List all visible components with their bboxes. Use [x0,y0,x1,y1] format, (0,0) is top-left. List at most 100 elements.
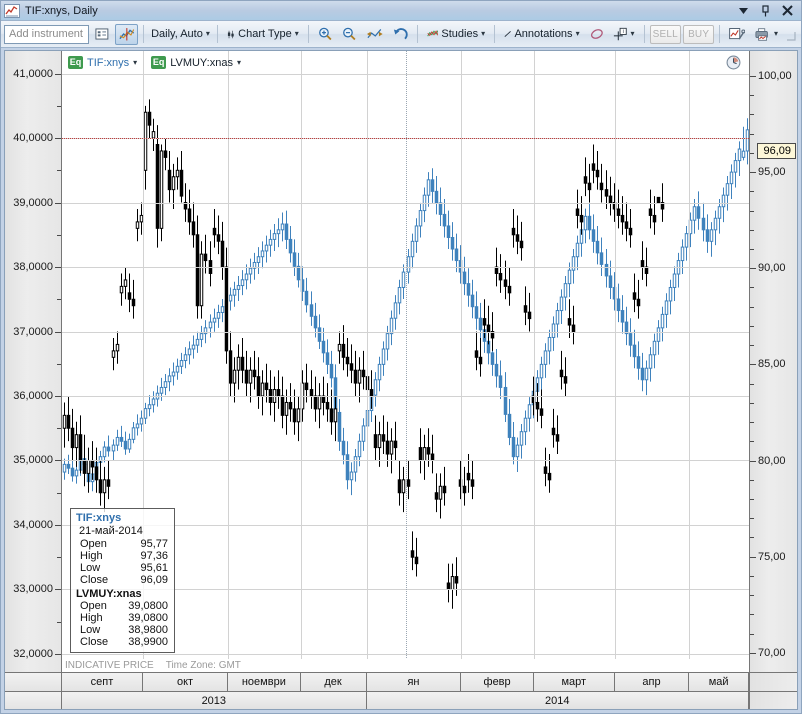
axis-tick [750,652,756,654]
axis-tick-minor [57,105,61,107]
tooltip-row: Open 39,0800 [80,600,170,612]
left-axis-label: 40,0000 [13,132,53,145]
tooltip-value: 39,0800 [128,600,168,612]
tooltip-row: Low 38,9800 [80,624,170,636]
add-instrument-input[interactable]: Add instrument [4,24,90,44]
chart-plot-area[interactable]: Eq TIF:xnys ▾ Eq LVMUY:xnas ▾ TIF:xnys 2… [62,51,749,672]
tooltip-label: Open [80,600,107,612]
chart-panel: 41,0000 40,0000 39,0000 38,0000 37,0000 36,00… [4,50,798,710]
axis-tick-minor [750,325,754,327]
tooltip-label: Low [80,624,101,636]
year-row-right-corner [749,692,797,709]
left-axis-label: 37,0000 [13,325,53,338]
axis-tick-minor [57,428,61,430]
left-price-axis[interactable]: 41,0000 40,0000 39,0000 38,0000 37,0000 36,00… [5,51,62,672]
equity-badge-icon: Eq [151,56,167,69]
month-row-right-corner [749,673,797,691]
period-selector-button[interactable]: Daily, Auto ▾ [149,24,211,45]
sell-button[interactable]: SELL [649,24,681,44]
chevron-down-icon: ▾ [575,29,580,38]
grid-line [615,51,616,672]
chart-plot-row: 41,0000 40,0000 39,0000 38,0000 37,0000 36,00… [5,51,797,672]
month-row: септ окт ноември дек ян февр март апр май [5,672,797,691]
axis-tick-minor [750,306,754,308]
axis-tick-minor [750,287,754,289]
undo-button[interactable] [389,24,412,45]
chart-settings-button[interactable] [725,24,749,45]
month-label: май [689,673,749,691]
svg-text:i: i [623,29,624,35]
crosshair-info-button[interactable]: i ▾ [609,24,638,45]
chevron-down-icon: ▾ [773,29,778,38]
tooltip-label: Low [80,562,101,574]
tooltip-label: Close [80,636,109,648]
axis-tick-minor [750,614,754,616]
right-axis-label: 90,00 [758,262,786,275]
axis-tick [750,75,756,77]
ohlc-tooltip: TIF:xnys 21-май-2014 Open 95,77 High 97,36… [70,508,175,653]
axis-tick-minor [750,498,754,500]
legend-item-tif[interactable]: Eq TIF:xnys ▾ [68,56,137,69]
studies-button[interactable]: Studies ▾ [423,24,490,45]
annotations-label: Annotations [514,28,573,40]
axis-tick [750,268,756,270]
grid-line [689,51,690,672]
eraser-icon [590,29,603,39]
axis-tick [750,172,756,174]
tooltip-label: High [80,550,103,562]
axis-tick-minor [750,518,754,520]
chevron-down-icon[interactable]: ▾ [133,58,137,67]
axis-tick-minor [750,402,754,404]
fit-chart-button[interactable] [363,24,387,45]
axis-tick [55,396,61,397]
compare-instruments-button[interactable] [114,23,139,45]
buy-button[interactable]: BUY [682,24,715,44]
axis-tick [750,460,756,462]
period-label: Daily, Auto [151,28,203,40]
close-window-button[interactable] [781,4,794,17]
toolbar-separator-6 [643,25,645,43]
current-price-marker: 96,09 [757,143,796,160]
print-chart-button[interactable]: ▾ [751,24,782,45]
legend-item-lvmuy[interactable]: Eq LVMUY:xnas ▾ [151,56,241,69]
month-label: септ [62,673,143,691]
right-axis-label: 100,00 [758,69,792,82]
toolbar-separator-3 [307,25,309,43]
left-axis-label: 32,0000 [13,647,53,660]
zoom-out-button[interactable] [338,24,361,45]
axis-tick-minor [750,633,754,635]
eraser-button[interactable] [586,24,608,45]
instrument-picker-button[interactable] [91,24,113,45]
crosshair-info-icon: i [614,27,628,40]
axis-tick-minor [57,492,61,494]
studies-label: Studies [441,28,479,40]
year-label: 2014 [366,692,749,709]
tooltip-row: High 97,36 [80,550,170,562]
toolbar-resize-grip[interactable] [786,28,796,41]
equity-badge-icon: Eq [68,56,83,69]
left-axis-label: 35,0000 [13,454,53,467]
window-menu-arrow[interactable] [737,4,750,17]
right-price-axis[interactable]: 100,00 95,00 90,00 85,00 80,00 75,00 70,00 96,0… [749,51,797,672]
chevron-down-icon[interactable]: ▾ [237,58,241,67]
axis-tick [55,331,61,333]
tooltip-label: Open [80,538,107,550]
axis-tick-minor [57,299,61,301]
zoom-in-button[interactable] [314,24,337,45]
price-level-line [62,138,749,140]
chart-settings-icon [729,27,745,40]
axis-tick-minor [57,234,61,236]
pin-window-button[interactable] [759,4,772,17]
year-row: 2013 2014 [5,691,797,709]
chart-type-button[interactable]: Chart Type ▾ [223,24,303,45]
clock-icon[interactable] [726,55,741,75]
month-label: март [534,673,615,691]
indicative-price-label: INDICATIVE PRICE [65,660,154,671]
left-axis-label: 41,0000 [13,67,53,80]
window-title: TIF:xnys, Daily [25,4,98,17]
annotations-button[interactable]: Annotations ▾ [500,24,583,45]
timezone-label: Time Zone: GMT [165,660,241,671]
right-axis-label: 80,00 [758,454,786,467]
tooltip-row: Close 38,9900 [80,636,170,648]
grid-line [461,51,462,672]
